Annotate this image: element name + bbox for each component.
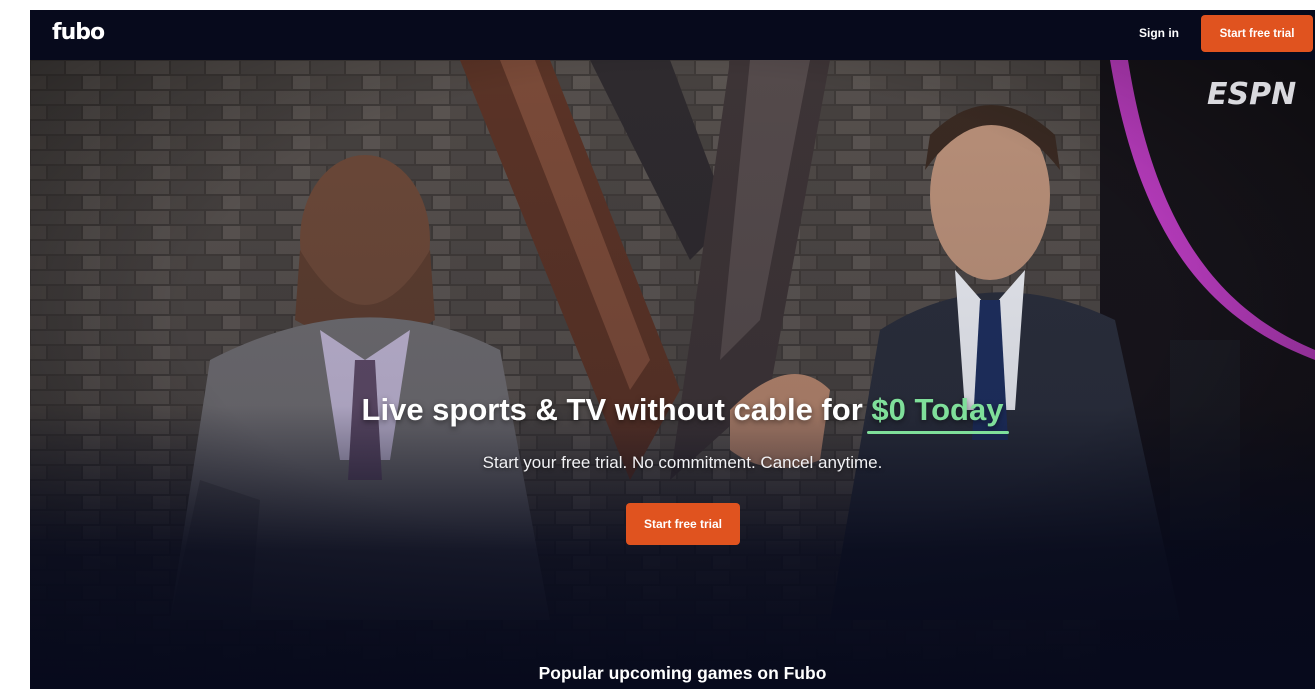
sign-in-link[interactable]: Sign in [1139,26,1179,40]
headline-text: Live sports & TV without cable for [361,392,872,427]
espn-logo: ESPN [1207,77,1296,112]
hero-headline: Live sports & TV without cable for $0 To… [30,392,1315,434]
hero-section: ESPN Live sports & TV without cable for … [30,60,1315,689]
headline-price-accent: $0 Today [867,392,1010,434]
espn-logo-text: ESPN [1207,77,1296,112]
hero-subhead: Start your free trial. No commitment. Ca… [482,453,883,472]
top-nav: fubo Sign in Start free trial [30,10,1315,60]
start-free-trial-hero-button[interactable]: Start free trial [626,503,740,545]
popular-games-heading: Popular upcoming games on Fubo [538,663,827,683]
studio-hosts-photo [30,60,1315,689]
start-free-trial-nav-button[interactable]: Start free trial [1201,15,1313,52]
fubo-logo[interactable]: fubo [52,20,105,45]
page: fubo Sign in Start free trial ESPN Live … [30,10,1315,689]
